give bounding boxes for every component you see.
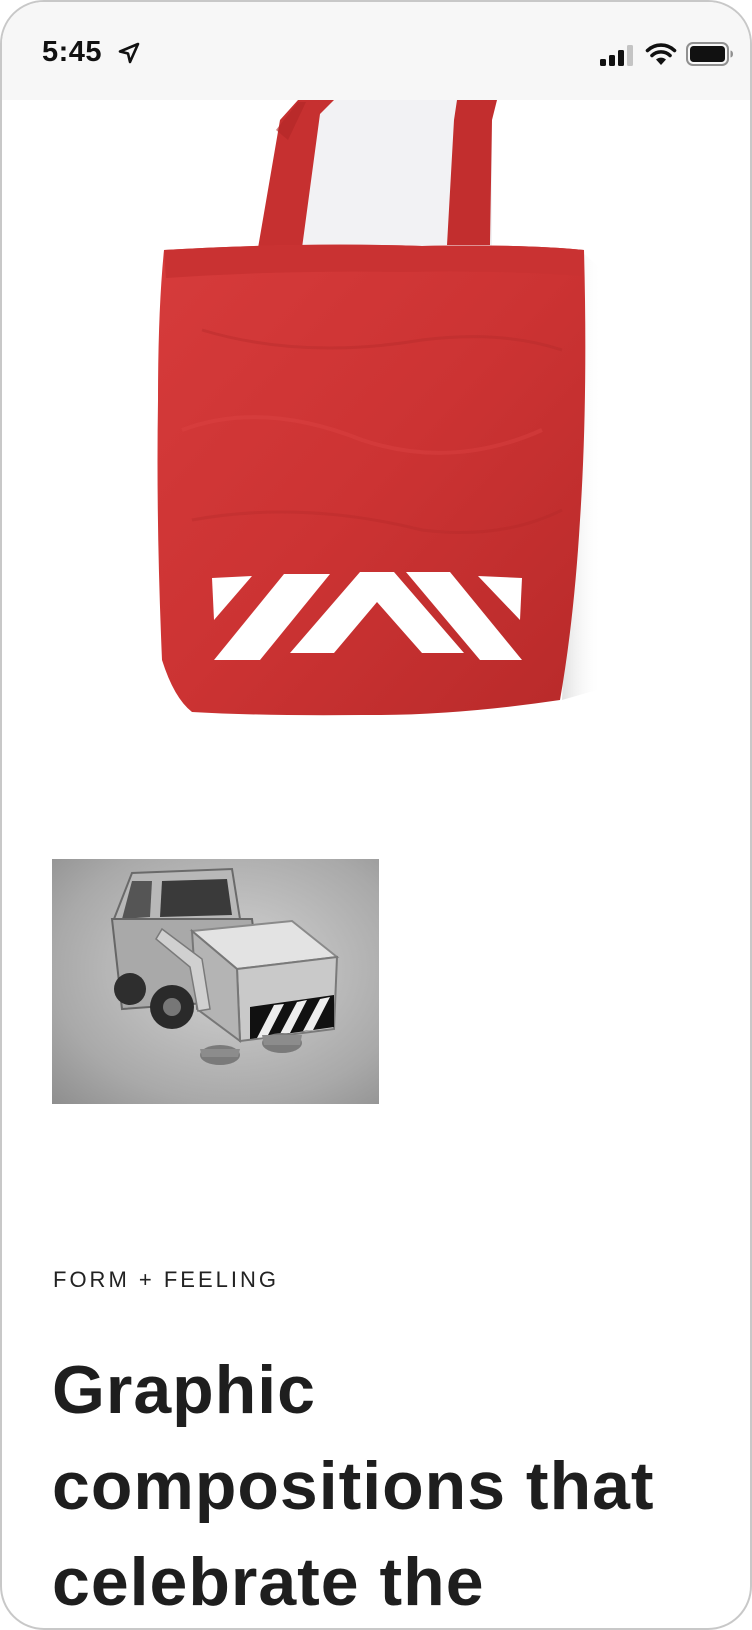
cellular-signal-icon <box>600 45 633 66</box>
location-arrow-icon <box>118 42 140 64</box>
section-headline: Graphic compositions that celebrate the <box>52 1352 655 1620</box>
toy-truck-photo <box>52 859 379 1104</box>
phone-frame: 5:45 FORM + FEELING Graphic compositions… <box>0 0 752 1630</box>
hero-image-tote-bag <box>2 100 750 740</box>
wifi-icon <box>645 43 677 65</box>
status-bar: 5:45 <box>2 2 750 100</box>
status-time: 5:45 <box>42 36 103 68</box>
battery-icon <box>686 42 733 66</box>
section-eyebrow: FORM + FEELING <box>53 1267 279 1292</box>
